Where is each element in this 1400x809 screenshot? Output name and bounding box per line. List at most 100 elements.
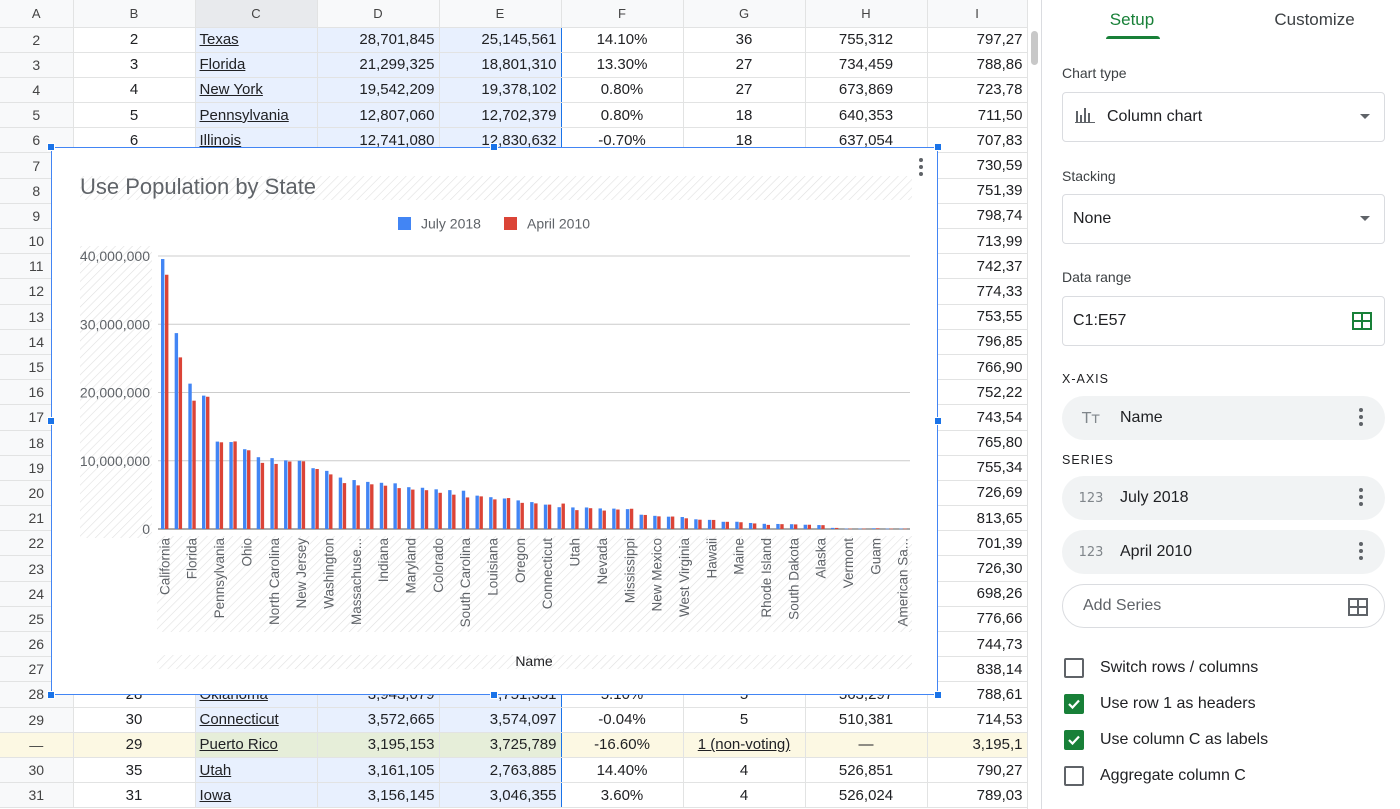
- tab-setup[interactable]: Setup: [1082, 0, 1182, 40]
- table-cell[interactable]: Utah: [194, 757, 318, 784]
- resize-handle-br[interactable]: [934, 691, 942, 699]
- row-header[interactable]: —: [0, 732, 74, 758]
- table-cell[interactable]: 4: [683, 782, 806, 809]
- add-series-button[interactable]: Add Series: [1062, 584, 1385, 628]
- table-cell[interactable]: 3,574,097: [439, 707, 562, 733]
- table-cell[interactable]: 3: [73, 52, 196, 78]
- tab-customize[interactable]: Customize: [1262, 0, 1367, 40]
- table-cell[interactable]: 730,59: [927, 152, 1028, 179]
- table-cell[interactable]: 789,03: [927, 782, 1028, 809]
- table-cell[interactable]: 3,195,153: [317, 732, 440, 758]
- scrollbar-thumb[interactable]: [1031, 31, 1038, 65]
- table-cell[interactable]: Pennsylvania: [194, 102, 318, 129]
- table-cell[interactable]: 723,78: [927, 77, 1028, 104]
- table-cell[interactable]: 3,046,355: [439, 782, 562, 809]
- table-cell[interactable]: 813,65: [927, 505, 1028, 532]
- table-cell[interactable]: 14.10%: [561, 27, 684, 53]
- more-options-icon[interactable]: [1359, 488, 1363, 508]
- table-cell[interactable]: 755,312: [805, 27, 928, 53]
- row-header[interactable]: 2: [0, 27, 74, 53]
- table-cell[interactable]: 776,66: [927, 606, 1028, 633]
- table-cell[interactable]: 798,74: [927, 203, 1028, 230]
- table-cell[interactable]: 18,801,310: [439, 52, 562, 78]
- row-header[interactable]: 3: [0, 52, 74, 78]
- table-cell[interactable]: 1 (non-voting): [683, 732, 806, 758]
- table-cell[interactable]: 766,90: [927, 354, 1028, 381]
- resize-handle-tr[interactable]: [934, 143, 942, 151]
- table-cell[interactable]: 797,27: [927, 27, 1028, 53]
- table-cell[interactable]: 4: [73, 77, 196, 104]
- table-cell[interactable]: 726,69: [927, 480, 1028, 507]
- table-cell[interactable]: 21,299,325: [317, 52, 440, 78]
- table-cell[interactable]: 4: [683, 757, 806, 784]
- table-cell[interactable]: 2: [73, 27, 196, 53]
- data-range-input[interactable]: C1:E57: [1062, 296, 1385, 346]
- table-cell[interactable]: 3.60%: [561, 782, 684, 809]
- table-cell[interactable]: 707,83: [927, 127, 1028, 154]
- table-cell[interactable]: 765,80: [927, 430, 1028, 456]
- column-header[interactable]: D: [317, 0, 440, 28]
- series-chip[interactable]: 123 July 2018: [1062, 476, 1385, 520]
- table-cell[interactable]: 742,37: [927, 253, 1028, 280]
- table-cell[interactable]: 30: [73, 707, 196, 733]
- table-cell[interactable]: 36: [683, 27, 806, 53]
- table-cell[interactable]: 751,39: [927, 178, 1028, 204]
- table-cell[interactable]: 711,50: [927, 102, 1028, 129]
- table-cell[interactable]: 788,61: [927, 681, 1028, 708]
- table-cell[interactable]: 0.80%: [561, 77, 684, 104]
- table-cell[interactable]: -16.60%: [561, 732, 684, 758]
- table-cell[interactable]: 796,85: [927, 329, 1028, 355]
- table-cell[interactable]: 790,27: [927, 757, 1028, 784]
- resize-handle-tl[interactable]: [47, 143, 55, 151]
- table-cell[interactable]: 12,702,379: [439, 102, 562, 129]
- table-cell[interactable]: —: [805, 732, 928, 758]
- chart-menu-icon[interactable]: [918, 156, 924, 178]
- select-range-grid-icon[interactable]: [1352, 312, 1372, 335]
- table-cell[interactable]: 35: [73, 757, 196, 784]
- resize-handle-mr[interactable]: [934, 417, 942, 425]
- table-cell[interactable]: 701,39: [927, 530, 1028, 557]
- table-cell[interactable]: 743,54: [927, 404, 1028, 431]
- table-cell[interactable]: 27: [683, 52, 806, 78]
- table-cell[interactable]: -0.04%: [561, 707, 684, 733]
- table-cell[interactable]: 29: [73, 732, 196, 758]
- table-cell[interactable]: 673,869: [805, 77, 928, 104]
- resize-handle-ml[interactable]: [47, 417, 55, 425]
- table-cell[interactable]: 752,22: [927, 379, 1028, 406]
- table-cell[interactable]: 698,26: [927, 581, 1028, 607]
- table-cell[interactable]: 19,542,209: [317, 77, 440, 104]
- table-cell[interactable]: 3,161,105: [317, 757, 440, 784]
- resize-handle-tm[interactable]: [490, 143, 498, 151]
- table-cell[interactable]: 25,145,561: [439, 27, 562, 53]
- table-cell[interactable]: 3,725,789: [439, 732, 562, 758]
- table-cell[interactable]: 753,55: [927, 304, 1028, 330]
- table-cell[interactable]: 734,459: [805, 52, 928, 78]
- row-header[interactable]: 4: [0, 77, 74, 104]
- table-cell[interactable]: 28,701,845: [317, 27, 440, 53]
- table-cell[interactable]: 5: [73, 102, 196, 129]
- table-cell[interactable]: New York: [194, 77, 318, 104]
- table-cell[interactable]: 726,30: [927, 555, 1028, 582]
- row-header[interactable]: 29: [0, 707, 74, 733]
- embedded-chart[interactable]: Use Population by State July 2018 April 20…: [51, 147, 938, 695]
- table-cell[interactable]: 5: [683, 707, 806, 733]
- more-options-icon[interactable]: [1359, 542, 1363, 562]
- resize-handle-bm[interactable]: [490, 691, 498, 699]
- x-axis-chip[interactable]: Tт Name: [1062, 396, 1385, 440]
- table-cell[interactable]: 14.40%: [561, 757, 684, 784]
- table-cell[interactable]: 19,378,102: [439, 77, 562, 104]
- table-cell[interactable]: 3,156,145: [317, 782, 440, 809]
- row-header[interactable]: 5: [0, 102, 74, 129]
- column-header[interactable]: A: [0, 0, 74, 28]
- chart-type-dropdown[interactable]: Column chart: [1062, 92, 1385, 142]
- table-cell[interactable]: 12,807,060: [317, 102, 440, 129]
- stacking-dropdown[interactable]: None: [1062, 194, 1385, 244]
- checkbox-switch-rows-columns[interactable]: [1064, 658, 1084, 678]
- table-cell[interactable]: 31: [73, 782, 196, 809]
- table-cell[interactable]: 2,763,885: [439, 757, 562, 784]
- checkbox-use-column-c-labels[interactable]: [1064, 730, 1084, 750]
- resize-handle-bl[interactable]: [47, 691, 55, 699]
- column-header[interactable]: G: [683, 0, 806, 28]
- row-header[interactable]: 31: [0, 782, 74, 809]
- row-header[interactable]: 30: [0, 757, 74, 784]
